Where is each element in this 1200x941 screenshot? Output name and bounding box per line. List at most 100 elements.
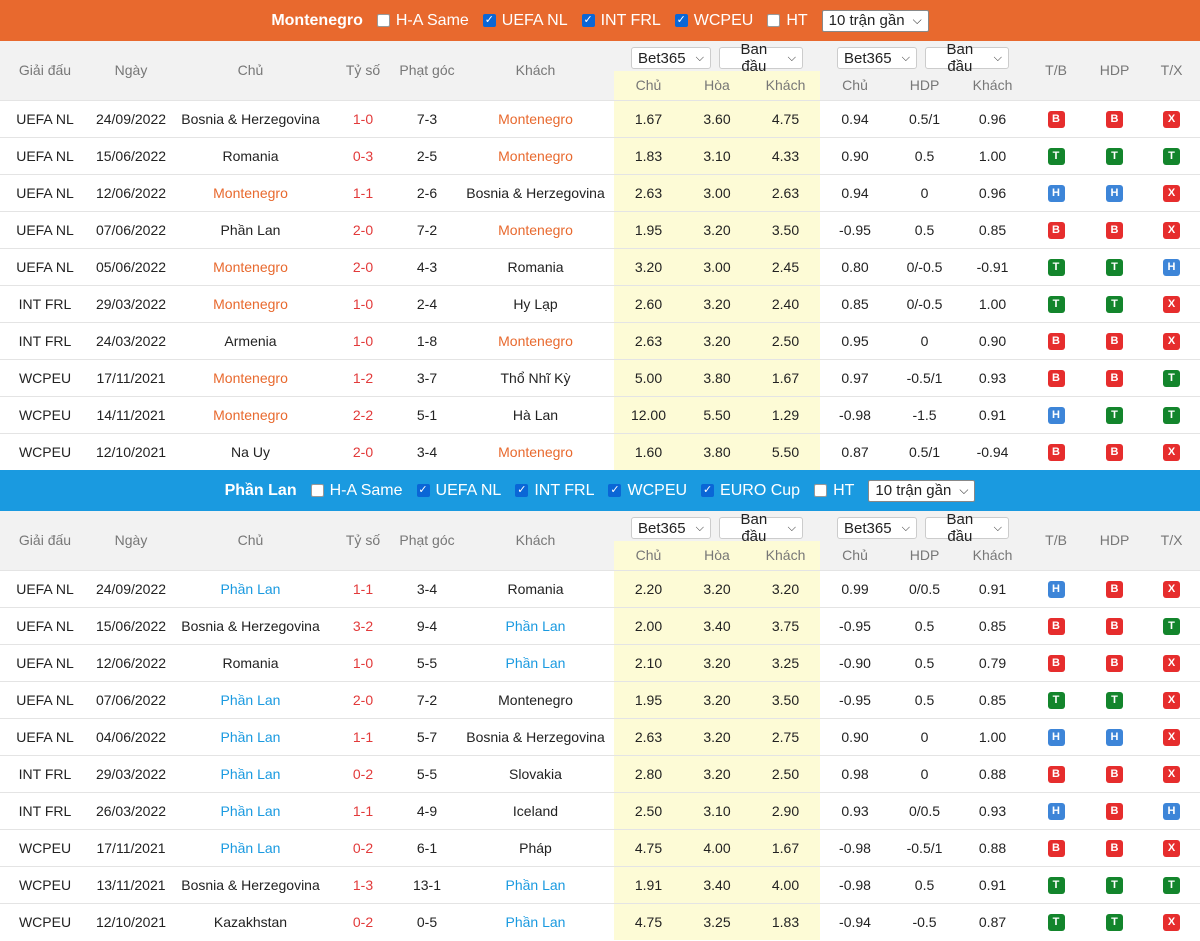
filter-checkbox[interactable]: ✓ — [581, 14, 595, 27]
corners-cell: 7-2 — [397, 210, 457, 248]
hdp-result-badge: T — [1106, 259, 1124, 276]
table-row[interactable]: WCPEU 12/10/2021 Na Uy 2-0 3-4 Montenegro 1.60… — [0, 432, 1200, 470]
filter-option[interactable]: ✓ INT FRL — [515, 482, 594, 500]
table-row[interactable]: UEFA NL 12/06/2022 Romania 1-0 5-5 Phần Lan 2.… — [0, 643, 1200, 681]
away-team-cell: Thổ Nhĩ Kỳ — [457, 358, 614, 396]
score-cell-text: 1-0 — [352, 295, 374, 312]
bookmaker-select[interactable]: Bet365 ⌵ — [631, 517, 711, 539]
away-team-cell-text: Bosnia & Herzegovina — [466, 184, 605, 201]
bookmaker-select[interactable]: Bet365 ⌵ — [837, 47, 918, 69]
col-date-label: Ngày — [114, 532, 148, 549]
match-count-select[interactable]: 10 trận gần ⌵ — [868, 479, 976, 502]
odds-type-select[interactable]: Ban đầu ⌵ — [925, 511, 1010, 545]
ah-home-cell: 0.95 — [820, 321, 891, 359]
home-team-cell: Phần Lan — [172, 717, 329, 755]
tx-result-badge: X — [1163, 444, 1181, 462]
league-cell: UEFA NL — [0, 717, 90, 755]
filter-checkbox[interactable] — [376, 14, 390, 27]
odds-draw-cell: 3.10 — [683, 136, 751, 174]
away-team-cell: Hy Lạp — [457, 284, 614, 322]
corners-cell-text: 0-5 — [416, 913, 438, 930]
filter-checkbox[interactable]: ✓ — [515, 484, 529, 497]
col-tx: T/X — [1143, 41, 1200, 100]
filter-option[interactable]: H-A Same — [310, 482, 403, 500]
filter-option[interactable]: ✓ WCPEU — [674, 12, 753, 30]
score-cell-text: 2-0 — [352, 443, 374, 460]
odds-subheader: Chủ — [614, 71, 683, 100]
corners-cell-text: 5-5 — [416, 765, 438, 782]
filter-option[interactable]: HT — [767, 12, 808, 30]
odds-group-header: Bet365 ⌵ Ban đầu ⌵ — [820, 511, 1027, 545]
table-row[interactable]: INT FRL 24/03/2022 Armenia 1-0 1-8 Montenegro… — [0, 321, 1200, 359]
filter-label: EURO Cup — [720, 481, 801, 499]
bookmaker-value: Bet365 — [844, 49, 892, 67]
filter-option[interactable]: ✓ UEFA NL — [416, 482, 501, 500]
odds-draw-cell: 3.60 — [683, 99, 751, 137]
filter-checkbox[interactable] — [814, 484, 828, 497]
bookmaker-select[interactable]: Bet365 ⌵ — [837, 517, 918, 539]
table-row[interactable]: UEFA NL 07/06/2022 Phần Lan 2-0 7-2 Montenegr… — [0, 210, 1200, 248]
home-team-cell: Phần Lan — [172, 754, 329, 792]
col-home-label: Chủ — [237, 62, 264, 79]
filter-checkbox[interactable]: ✓ — [608, 484, 622, 497]
table-row[interactable]: UEFA NL 24/09/2022 Bosnia & Herzegovina 1-0… — [0, 99, 1200, 137]
chevron-down-icon: ⌵ — [959, 483, 969, 497]
match-count-select[interactable]: 10 trận gần ⌵ — [821, 9, 929, 32]
table-row[interactable]: WCPEU 13/11/2021 Bosnia & Herzegovina 1-3 13… — [0, 865, 1200, 903]
date-cell-text: 17/11/2021 — [96, 839, 166, 856]
tb-result-badge: H — [1047, 729, 1065, 746]
table-row[interactable]: UEFA NL 15/06/2022 Romania 0-3 2-5 Montenegro… — [0, 136, 1200, 174]
away-team-cell: Montenegro — [457, 99, 614, 137]
corners-cell-text: 4-9 — [416, 802, 438, 819]
table-row[interactable]: UEFA NL 04/06/2022 Phần Lan 1-1 5-7 Bosnia & … — [0, 717, 1200, 755]
home-team-cell: Na Uy — [172, 432, 329, 470]
odds-home-cell: 2.20 — [614, 569, 683, 607]
ah-home-cell: -0.98 — [820, 865, 891, 903]
filter-checkbox[interactable] — [310, 484, 324, 497]
odds-draw-cell-text: 3.10 — [703, 802, 731, 819]
odds-group-header: Bet365 ⌵ Ban đầu ⌵ — [820, 41, 1027, 75]
odds-type-select[interactable]: Ban đầu ⌵ — [719, 41, 803, 75]
table-row[interactable]: WCPEU 12/10/2021 Kazakhstan 0-2 0-5 Phần Lan 4… — [0, 902, 1200, 940]
tb-result-badge: B — [1047, 222, 1065, 239]
table-row[interactable]: INT FRL 26/03/2022 Phần Lan 1-1 4-9 Iceland 2.… — [0, 791, 1200, 829]
table-row[interactable]: WCPEU 14/11/2021 Montenegro 2-2 5-1 Hà Lan 12.… — [0, 395, 1200, 433]
score-cell: 0-3 — [329, 136, 397, 174]
table-row[interactable]: INT FRL 29/03/2022 Montenegro 1-0 2-4 Hy Lạp 2… — [0, 284, 1200, 322]
filter-checkbox[interactable]: ✓ — [674, 14, 688, 27]
hdp-result-cell: B — [1086, 210, 1144, 248]
filter-option[interactable]: ✓ UEFA NL — [482, 12, 568, 30]
filter-checkbox[interactable] — [767, 14, 781, 27]
table-row[interactable]: UEFA NL 07/06/2022 Phần Lan 2-0 7-2 Montenegr… — [0, 680, 1200, 718]
filter-option[interactable]: ✓ INT FRL — [581, 12, 661, 30]
corners-cell-text: 5-7 — [416, 728, 438, 745]
table-row[interactable]: UEFA NL 05/06/2022 Montenegro 2-0 4-3 Romania… — [0, 247, 1200, 285]
bookmaker-select[interactable]: Bet365 ⌵ — [631, 47, 711, 69]
hdp-result-cell: B — [1086, 754, 1144, 792]
odds-type-select[interactable]: Ban đầu ⌵ — [719, 511, 803, 545]
filter-checkbox[interactable]: ✓ — [701, 484, 715, 497]
away-team-cell-text: Phần Lan — [505, 617, 566, 634]
filter-checkbox[interactable]: ✓ — [482, 14, 496, 27]
date-cell-text: 15/06/2022 — [95, 147, 167, 164]
odds-home-cell: 2.50 — [614, 791, 683, 829]
table-row[interactable]: WCPEU 17/11/2021 Montenegro 1-2 3-7 Thổ Nhĩ K… — [0, 358, 1200, 396]
filter-option[interactable]: H-A Same — [376, 12, 469, 30]
filter-option[interactable]: ✓ WCPEU — [608, 482, 687, 500]
table-row[interactable]: WCPEU 17/11/2021 Phần Lan 0-2 6-1 Pháp 4.75 4.0… — [0, 828, 1200, 866]
odds-away-cell-text: 1.67 — [771, 839, 800, 856]
filter-option[interactable]: ✓ EURO Cup — [701, 482, 800, 500]
table-row[interactable]: INT FRL 29/03/2022 Phần Lan 0-2 5-5 Slovakia 2… — [0, 754, 1200, 792]
table-row[interactable]: UEFA NL 12/06/2022 Montenegro 1-1 2-6 Bosnia … — [0, 173, 1200, 211]
corners-cell: 1-8 — [397, 321, 457, 359]
odds-type-select[interactable]: Ban đầu ⌵ — [925, 41, 1010, 75]
odds-home-cell-text: 1.95 — [634, 691, 663, 708]
corners-cell: 6-1 — [397, 828, 457, 866]
ah-away-cell: 0.85 — [959, 606, 1027, 644]
filter-option[interactable]: HT — [814, 482, 854, 500]
table-row[interactable]: UEFA NL 15/06/2022 Bosnia & Herzegovina 3-2… — [0, 606, 1200, 644]
table-row[interactable]: UEFA NL 24/09/2022 Phần Lan 1-1 3-4 Romania 2.… — [0, 569, 1200, 607]
tb-result-cell: T — [1026, 284, 1087, 322]
hdp-result-badge: T — [1106, 692, 1124, 709]
filter-checkbox[interactable]: ✓ — [416, 484, 430, 497]
